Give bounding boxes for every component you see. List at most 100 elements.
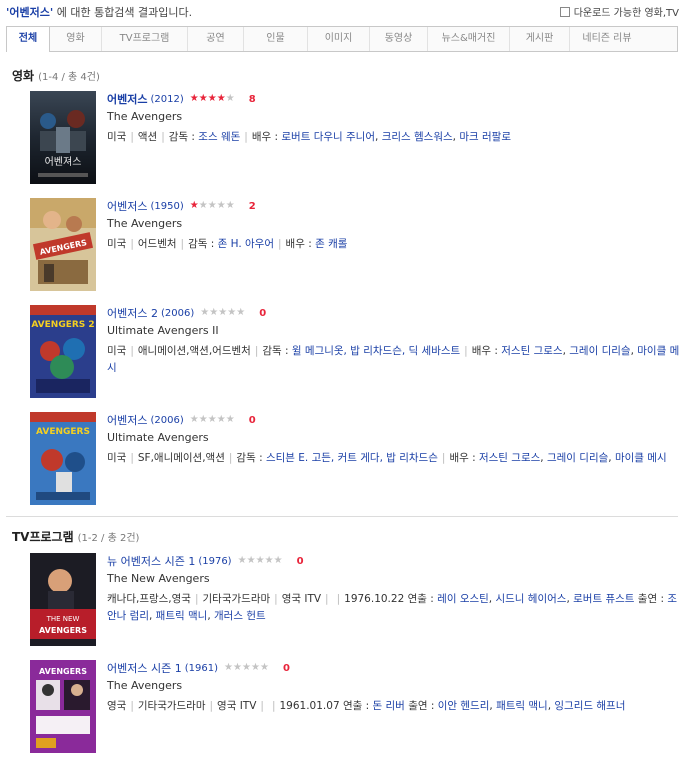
tv-channel: 영국 ITV (217, 700, 257, 712)
tv-genre: 기타국가드라마 (202, 593, 271, 605)
tv-meta: 영국 | 기타국가드라마 | 영국 ITV | | 1961.01.07 연출 : 돈 리버 … (107, 700, 626, 712)
movie-poster[interactable]: AVENGERS (30, 412, 96, 505)
movie-meta: 미국 | 애니메이션,액션,어드벤처 | 감독 : 윌 메그니옷, 밥 리차드슨, 딕 … (107, 345, 680, 374)
cast-link[interactable]: 저스틴 그로스 (501, 345, 562, 357)
tab-tv-program[interactable]: TV프로그램 (102, 27, 188, 51)
cast-link[interactable]: 그레이 디리슬 (547, 452, 608, 464)
tab-all[interactable]: 전체 (6, 26, 50, 52)
rating-score: 8 (248, 93, 256, 105)
movie-title-link[interactable]: 어벤저스 (107, 412, 147, 428)
tv-title-link[interactable]: 어벤저스 시즌 1 (107, 660, 182, 676)
movie-poster[interactable]: 어벤져스 (30, 91, 96, 184)
tab-images[interactable]: 이미지 (308, 27, 370, 51)
movie-info: 어벤저스 2 (2006) ★ ★ ★ ★ ★ 0 Ultimate Avengers … (107, 305, 680, 377)
rating-score: 0 (296, 555, 304, 567)
director-label: 연출 : (407, 593, 434, 605)
movie-year: (2006) (150, 414, 184, 426)
movie-country: 미국 (107, 345, 127, 357)
svg-text:AVENGERS: AVENGERS (36, 427, 90, 437)
svg-text:THE NEW: THE NEW (46, 615, 80, 623)
svg-text:AVENGERS: AVENGERS (39, 667, 87, 676)
movie-year: (2012) (150, 93, 184, 105)
star-icon: ★ (251, 662, 260, 673)
cast-link[interactable]: 잉그리드 해프너 (554, 700, 625, 712)
tv-meta: 캐나다,프랑스,영국 | 기타국가드라마 | 영국 ITV | | 1976.10.22 연출… (107, 593, 678, 622)
movie-section-title: 영화 (1-4 / 총 4건) (12, 67, 100, 84)
tab-netizen-review[interactable]: 네티즌 리뷰 (570, 27, 644, 51)
cast-link[interactable]: 존 캐롤 (315, 238, 347, 250)
star-icon: ★ (225, 414, 235, 425)
tv-title-line: 어벤저스 시즌 1 (1961) ★ ★ ★ ★ ★ 0 (107, 660, 680, 676)
movie-title-link[interactable]: 어벤저스 2 (107, 305, 158, 321)
movie-poster[interactable]: AVENGERS 2 (30, 305, 96, 398)
tab-videos[interactable]: 동영상 (370, 27, 428, 51)
tab-people[interactable]: 인물 (244, 27, 308, 51)
cast-link[interactable]: 그레이 디리슬 (569, 345, 630, 357)
tab-board[interactable]: 게시판 (510, 27, 570, 51)
cast-label: 배우 : (449, 452, 476, 464)
movie-title-link[interactable]: 어벤저스 (107, 91, 147, 107)
cast-link[interactable]: 크리스 헴스워스 (382, 131, 453, 143)
tab-performance[interactable]: 공연 (188, 27, 244, 51)
movie-poster[interactable]: AVENGERS (30, 198, 96, 291)
tv-poster[interactable]: THE NEW AVENGERS (30, 553, 96, 646)
cast-link[interactable]: 마이클 메시 (615, 452, 667, 464)
svg-text:AVENGERS 2: AVENGERS 2 (31, 320, 94, 330)
cast-label: 출연 : (637, 593, 664, 605)
tv-title-link[interactable]: 뉴 어벤저스 시즌 1 (107, 553, 195, 569)
rating-stars: ★ ★ ★ ★ ★ (190, 415, 235, 425)
cast-label: 출연 : (408, 700, 435, 712)
tv-country: 캐나다,프랑스,영국 (107, 593, 191, 605)
search-summary: '어벤저스' 에 대한 통합검색 결과입니다. (6, 4, 192, 20)
star-icon: ★ (198, 93, 208, 104)
director-link[interactable]: 시드니 헤이어스 (495, 593, 566, 605)
cast-link[interactable]: 패트릭 맥니 (496, 700, 548, 712)
cast-link[interactable]: 로버트 다우니 주니어 (281, 131, 375, 143)
director-link[interactable]: 존 H. 아우어 (218, 238, 274, 250)
cast-link[interactable]: 마크 러팔로 (459, 131, 511, 143)
director-label: 감독 : (262, 345, 289, 357)
tv-air-date: 1961.01.07 (279, 700, 340, 712)
tv-info: 뉴 어벤저스 시즌 1 (1976) ★ ★ ★ ★ ★ 0 The New Aveng… (107, 553, 680, 625)
director-link[interactable]: 돈 리버 (373, 700, 405, 712)
download-filter-option[interactable]: 다운로드 가능한 영화,TV (559, 4, 679, 19)
cast-link[interactable]: 저스틴 그로스 (479, 452, 540, 464)
star-icon: ★ (209, 307, 219, 318)
movie-country: 미국 (107, 452, 127, 464)
svg-text:AVENGERS: AVENGERS (39, 626, 87, 635)
star-icon: ★ (225, 93, 235, 104)
cast-label: 배우 : (251, 131, 279, 143)
download-filter-checkbox[interactable] (559, 6, 570, 17)
tab-movie[interactable]: 영화 (50, 27, 102, 51)
section-divider (6, 516, 678, 517)
director-link[interactable]: 윌 메그니옷, 밥 리차드슨, 딕 세바스트 (292, 345, 460, 357)
star-icon: ★ (264, 555, 274, 566)
movie-section-count: (1-4 / 총 4건) (38, 72, 100, 83)
tab-news-magazine[interactable]: 뉴스&매거진 (428, 27, 510, 51)
download-filter-label: 다운로드 가능한 영화,TV (573, 8, 679, 19)
rating-score: 2 (248, 200, 256, 212)
director-link[interactable]: 레이 오스틴 (437, 593, 489, 605)
tv-poster[interactable]: AVENGERS (30, 660, 96, 753)
tv-country: 영국 (107, 700, 127, 712)
original-title: The New Avengers (107, 572, 210, 585)
director-label: 감독 : (168, 131, 195, 143)
cast-link[interactable]: 이안 헨드리 (438, 700, 490, 712)
movie-info: 어벤저스 (2012) ★ ★ ★ ★ ★ 8 The Avengers 미국 | 액션 | 감… (107, 91, 680, 146)
tv-title-line: 뉴 어벤저스 시즌 1 (1976) ★ ★ ★ ★ ★ 0 (107, 553, 680, 569)
star-icon: ★ (216, 414, 226, 425)
tv-info: 어벤저스 시즌 1 (1961) ★ ★ ★ ★ ★ 0 The Avengers 영국… (107, 660, 680, 715)
movie-title-link[interactable]: 어벤저스 (107, 198, 147, 214)
director-link[interactable]: 스티븐 E. 고든, 커트 게다, 밥 리차드슨 (266, 452, 438, 464)
cast-link[interactable]: 패트릭 맥니 (156, 610, 208, 622)
star-icon: ★ (273, 555, 283, 566)
star-icon: ★ (198, 200, 208, 211)
director-link[interactable]: 조스 웨돈 (198, 131, 240, 143)
director-link[interactable]: 로버트 퓨스트 (573, 593, 634, 605)
movie-genre: SF,애니메이션,액션 (137, 452, 225, 464)
tv-air-date: 1976.10.22 (344, 593, 405, 605)
movie-info: 어벤저스 (1950) ★ ★ ★ ★ ★ 2 The Avengers 미국 | 어드벤처… (107, 198, 680, 253)
rating-stars: ★ ★ ★ ★ ★ (224, 663, 269, 673)
cast-link[interactable]: 개러스 헌트 (214, 610, 266, 622)
original-title: Ultimate Avengers II (107, 324, 219, 337)
